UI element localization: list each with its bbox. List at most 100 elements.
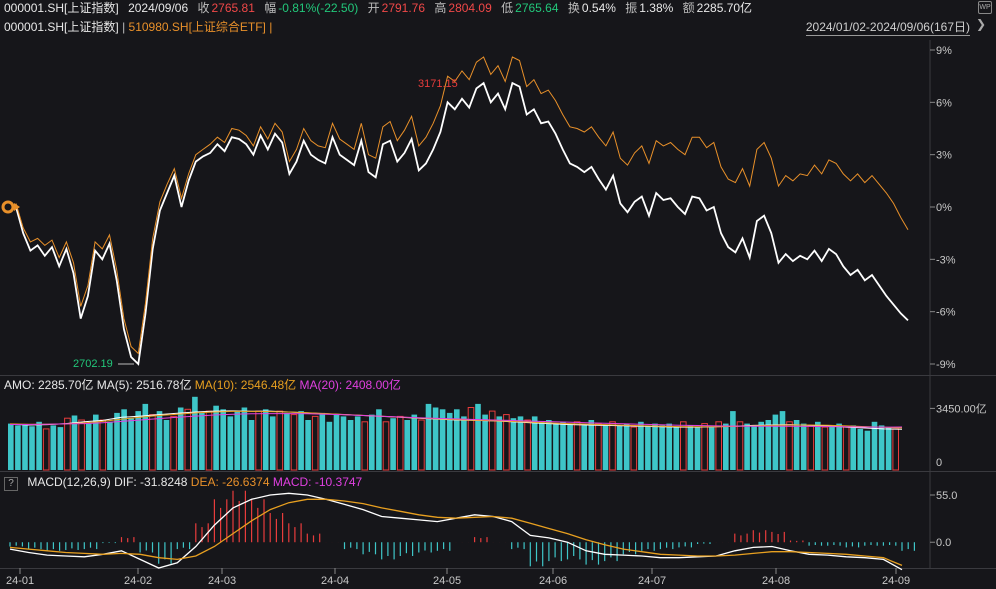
volume-bar [708, 427, 715, 470]
volume-bar [425, 403, 432, 470]
x-tick-label: 24-04 [321, 575, 349, 587]
volume-axis-label: 3450.00亿 [936, 402, 987, 415]
volume-bar [744, 423, 750, 470]
volume-bar [78, 419, 85, 471]
volume-bar [475, 403, 481, 470]
series-line-index [15, 81, 909, 366]
volume-bar [326, 421, 333, 470]
volume-bar [276, 410, 284, 471]
volume-bar [205, 410, 213, 471]
volume-bar [829, 425, 835, 470]
volume-bar [539, 421, 545, 470]
volume-bar [772, 414, 779, 470]
x-tick-label: 24-06 [539, 575, 567, 587]
volume-bar [864, 430, 871, 470]
volume-bar [361, 421, 369, 471]
volume-bar [666, 423, 672, 470]
volume-bar [850, 425, 856, 470]
high-annotation: 3171.15 [418, 78, 458, 90]
volume-bar [418, 419, 425, 471]
volume-bar [546, 420, 552, 470]
x-tick-label: 24-03 [208, 575, 236, 587]
volume-bar [396, 415, 404, 471]
macd-line-dea [9, 498, 903, 567]
volume-bar [340, 416, 347, 470]
volume-bar [793, 420, 800, 470]
volume-bar [638, 421, 644, 470]
volume-bar [269, 416, 276, 470]
volume-bar [311, 415, 319, 471]
volume-bar [616, 425, 623, 470]
volume-bar [163, 420, 170, 470]
y-tick-label: 0% [936, 202, 952, 214]
volume-bar [42, 428, 50, 471]
volume-bar [800, 423, 807, 470]
volume-bar [347, 420, 354, 470]
volume-bar [290, 414, 298, 471]
volume-bar [411, 414, 418, 470]
volume-bar [64, 417, 71, 471]
volume-bar [199, 412, 205, 470]
volume-bar [382, 421, 390, 471]
volume-bar [701, 423, 708, 471]
volume-bar [815, 421, 821, 470]
volume-bar [510, 418, 517, 470]
volume-bar [248, 420, 255, 470]
volume-bar [786, 421, 793, 471]
volume-bar [842, 426, 850, 471]
macd-axis-label: 0.0 [936, 537, 951, 549]
volume-bar [652, 423, 658, 470]
volume-bar [673, 427, 680, 470]
volume-bar [467, 407, 475, 471]
volume-bar [503, 414, 510, 471]
volume-bar [553, 423, 559, 470]
volume-bar [369, 414, 375, 470]
volume-bar [432, 407, 439, 470]
macd-axis-label: 55.0 [936, 490, 957, 502]
volume-bar [609, 421, 616, 471]
volume-bar [319, 412, 326, 470]
volume-bar [142, 403, 149, 470]
volume-bar [715, 421, 723, 471]
volume-bar [581, 425, 587, 470]
volume-bar [192, 396, 198, 470]
volume-bar [390, 418, 396, 470]
macd-line-dif [9, 492, 903, 571]
volume-bar [892, 428, 900, 471]
volume-bar [517, 416, 524, 470]
volume-bar [50, 425, 57, 470]
volume-bar [354, 416, 361, 470]
volume-bar [8, 423, 14, 470]
volume-bar [531, 416, 538, 470]
volume-bar [184, 408, 192, 471]
volume-bar [573, 421, 581, 471]
x-tick-label: 24-05 [433, 575, 461, 587]
volume-bar [333, 414, 340, 470]
volume-bar [461, 416, 467, 470]
y-tick-label: 6% [936, 97, 952, 109]
volume-bar [736, 421, 744, 471]
volume-bar [560, 421, 566, 470]
volume-bar [765, 420, 772, 470]
volume-bar [156, 411, 163, 470]
x-tick-label: 24-08 [762, 575, 790, 587]
start-marker-icon [1, 200, 15, 214]
volume-bar [694, 427, 701, 470]
volume-bar [241, 407, 248, 470]
volume-bar [227, 416, 234, 470]
volume-bar [723, 423, 729, 470]
volume-bar [255, 410, 262, 471]
volume-bar [234, 411, 241, 470]
volume-bar [623, 423, 630, 470]
volume-bar [36, 421, 42, 470]
volume-bar [22, 424, 28, 470]
volume-bar [149, 414, 156, 471]
low-annotation: 2702.19 [73, 358, 113, 370]
chart-canvas[interactable]: 9% 6% 3% 0% -3% -6% -9% 3171.15 2702.19 3450.00亿 0… [0, 0, 996, 589]
volume-bar [298, 411, 304, 470]
volume-bar [29, 426, 35, 471]
volume-bar [602, 425, 609, 470]
volume-bar [730, 411, 736, 470]
volume-bar [595, 423, 602, 471]
volume-bar [170, 415, 177, 471]
